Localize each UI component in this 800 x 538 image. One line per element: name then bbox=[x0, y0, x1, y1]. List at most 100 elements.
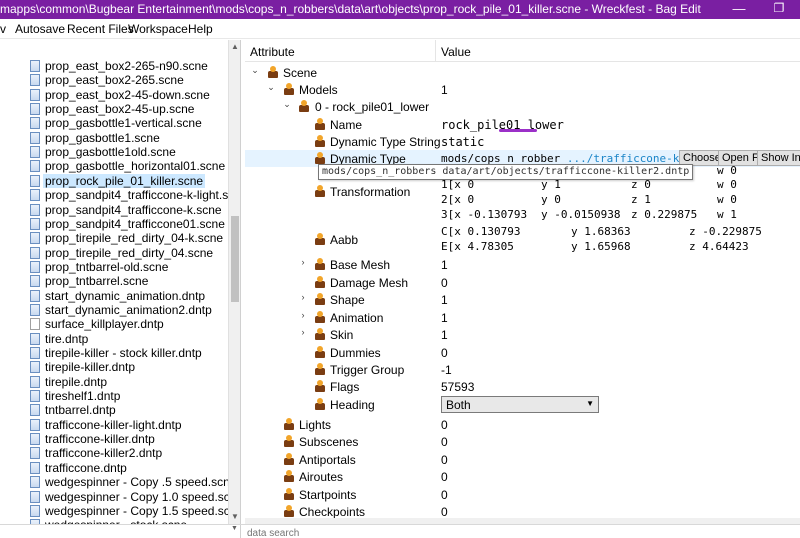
file-list-item[interactable]: prop_sandpit4_trafficcone-k-light.scne bbox=[26, 188, 240, 202]
file-list-item[interactable]: trafficcone-killer2.dntp bbox=[26, 446, 228, 460]
file-list-item[interactable]: tireshelf1.dntp bbox=[26, 389, 228, 403]
file-list-item[interactable]: tirepile-killer - stock killer.dntp bbox=[26, 346, 228, 360]
tree-row-heading[interactable]: Heading Both ▼ bbox=[245, 396, 800, 413]
document-icon bbox=[30, 290, 40, 302]
file-list-item[interactable]: prop_east_box2-265-n90.scne bbox=[26, 59, 228, 73]
file-list-item[interactable]: prop_rock_pile_01_killer.scne bbox=[26, 174, 228, 188]
menu-view[interactable]: v bbox=[0, 22, 6, 36]
document-icon bbox=[30, 376, 40, 388]
dynamic-type-string-value[interactable]: static bbox=[441, 135, 484, 149]
tree-row-dummies[interactable]: Dummies 0 bbox=[245, 344, 800, 361]
menu-workspace[interactable]: Workspace bbox=[128, 22, 188, 36]
attribute-column-header[interactable]: Attribute bbox=[250, 45, 295, 59]
tree-row-lights[interactable]: Lights 0 bbox=[245, 416, 800, 433]
column-divider[interactable] bbox=[435, 40, 436, 62]
restore-icon[interactable]: ❐ bbox=[762, 0, 796, 19]
expand-chevron-icon[interactable]: › bbox=[298, 257, 308, 267]
document-icon bbox=[30, 333, 40, 345]
file-name: prop_tirepile_red_dirty_04.scne bbox=[45, 246, 214, 260]
file-list-item[interactable]: prop_gasbottle1-vertical.scne bbox=[26, 116, 228, 130]
menu-recent-files[interactable]: Recent Files bbox=[67, 22, 134, 36]
tree-row-trigger-group[interactable]: Trigger Group -1 bbox=[245, 361, 800, 378]
file-list-item[interactable]: start_dynamic_animation2.dntp bbox=[26, 303, 228, 317]
file-name: prop_gasbottle1.scne bbox=[45, 131, 160, 145]
bag-node-icon bbox=[314, 135, 326, 147]
file-list-item[interactable]: prop_tirepile_red_dirty_04.scne bbox=[26, 246, 228, 260]
menu-autosave[interactable]: Autosave bbox=[15, 22, 65, 36]
document-icon bbox=[30, 146, 40, 158]
collapse-chevron-icon[interactable]: ⌄ bbox=[266, 82, 276, 93]
tree-row-scene[interactable]: ⌄ Scene bbox=[245, 64, 800, 81]
tree-header: Attribute Value bbox=[245, 40, 800, 62]
file-list-item[interactable]: prop_east_box2-45-up.scne bbox=[26, 102, 228, 116]
tree-row-dynamic-type-string[interactable]: Dynamic Type String static bbox=[245, 133, 800, 150]
file-list-item[interactable]: prop_gasbottle1old.scne bbox=[26, 145, 228, 159]
tree-label: Scene bbox=[283, 66, 318, 80]
tree-row-damage-mesh[interactable]: Damage Mesh 0 bbox=[245, 274, 800, 291]
file-list-footer: ▼ bbox=[0, 525, 241, 538]
expand-chevron-icon[interactable]: › bbox=[298, 310, 308, 320]
file-list-item[interactable]: surface_killplayer.dntp bbox=[26, 317, 228, 331]
tree-value[interactable]: -1 bbox=[441, 363, 452, 377]
file-list-item[interactable]: tirepile.dntp bbox=[26, 375, 228, 389]
tree-label: Airoutes bbox=[299, 470, 344, 484]
tree-row-subscenes[interactable]: Subscenes 0 bbox=[245, 433, 800, 450]
tree-row-airoutes[interactable]: Airoutes 0 bbox=[245, 468, 800, 485]
show-in-explorer-button[interactable]: Show In E bbox=[757, 150, 800, 166]
file-list-item[interactable]: tirepile-killer.dntp bbox=[26, 360, 228, 374]
expand-chevron-icon[interactable]: › bbox=[298, 327, 308, 337]
file-list-item[interactable]: prop_tirepile_red_dirty_04-k.scne bbox=[26, 231, 228, 245]
file-list-scrollbar[interactable]: ▲ ▼ bbox=[228, 40, 240, 524]
file-name: wedgespinner - Copy .5 speed.scne bbox=[45, 475, 237, 489]
menu-help[interactable]: Help bbox=[188, 22, 213, 36]
tree-row-base-mesh[interactable]: › Base Mesh 1 bbox=[245, 256, 800, 273]
file-list-item[interactable]: tire.dntp bbox=[26, 332, 228, 346]
heading-select[interactable]: Both ▼ bbox=[441, 396, 599, 413]
bag-node-icon bbox=[314, 346, 326, 358]
bag-node-icon bbox=[314, 311, 326, 323]
tree-row-skin[interactable]: › Skin 1 bbox=[245, 326, 800, 343]
file-list-item[interactable]: trafficcone.dntp bbox=[26, 461, 228, 475]
chevron-down-icon[interactable]: ▼ bbox=[586, 399, 594, 408]
minimize-icon[interactable]: — bbox=[722, 0, 756, 19]
file-list-item[interactable]: prop_tntbarrel.scne bbox=[26, 274, 228, 288]
file-list-item[interactable]: prop_sandpit4_trafficcone-k.scne bbox=[26, 203, 228, 217]
file-name: tire.dntp bbox=[45, 332, 89, 346]
tree-row-animation[interactable]: › Animation 1 bbox=[245, 309, 800, 326]
file-list-item[interactable]: wedgespinner - Copy 1.0 speed.scne bbox=[26, 490, 240, 504]
scroll-down-icon[interactable]: ▼ bbox=[229, 510, 240, 524]
file-name: trafficcone.dntp bbox=[45, 461, 127, 475]
document-icon bbox=[30, 404, 40, 416]
file-name: prop_sandpit4_trafficcone-k.scne bbox=[45, 203, 222, 217]
value-column-header[interactable]: Value bbox=[441, 45, 471, 59]
scroll-up-icon[interactable]: ▲ bbox=[229, 40, 240, 54]
collapse-chevron-icon[interactable]: ⌄ bbox=[282, 99, 292, 110]
file-list-item[interactable]: wedgespinner - Copy 1.5 speed.scne bbox=[26, 504, 240, 518]
data-search-input[interactable] bbox=[247, 528, 547, 538]
scroll-down-icon[interactable]: ▼ bbox=[231, 525, 238, 532]
file-list-item[interactable]: wedgespinner - Copy .5 speed.scne bbox=[26, 475, 236, 489]
file-list-item[interactable]: prop_east_box2-265.scne bbox=[26, 73, 228, 87]
tree-row-startpoints[interactable]: Startpoints 0 bbox=[245, 486, 800, 503]
file-list-item[interactable]: trafficcone-killer-light.dntp bbox=[26, 418, 228, 432]
file-list-item[interactable]: tntbarrel.dntp bbox=[26, 403, 228, 417]
tree-row-flags[interactable]: Flags 57593 bbox=[245, 378, 800, 395]
file-list-item[interactable]: trafficcone-killer.dntp bbox=[26, 432, 228, 446]
tree-row-models[interactable]: ⌄ Models 1 bbox=[245, 81, 800, 98]
tree-row-shape[interactable]: › Shape 1 bbox=[245, 291, 800, 308]
document-icon bbox=[30, 462, 40, 474]
tree-row-model-0[interactable]: ⌄ 0 - rock_pile01_lower bbox=[245, 98, 800, 115]
expand-chevron-icon[interactable]: › bbox=[298, 292, 308, 302]
file-list-item[interactable]: prop_sandpit4_trafficcone01.scne bbox=[26, 217, 228, 231]
scrollbar-thumb[interactable] bbox=[231, 216, 239, 302]
collapse-chevron-icon[interactable]: ⌄ bbox=[250, 65, 260, 76]
file-list-item[interactable]: prop_east_box2-45-down.scne bbox=[26, 88, 228, 102]
file-list-item[interactable]: prop_gasbottle_horizontal01.scne bbox=[26, 159, 228, 173]
tree-label: Flags bbox=[330, 380, 360, 394]
file-list-item[interactable]: start_dynamic_animation.dntp bbox=[26, 289, 228, 303]
tree-row-antiportals[interactable]: Antiportals 0 bbox=[245, 451, 800, 468]
file-list-item[interactable]: prop_gasbottle1.scne bbox=[26, 131, 228, 145]
file-list-item[interactable]: prop_tntbarrel-old.scne bbox=[26, 260, 228, 274]
tree-value[interactable]: 57593 bbox=[441, 380, 474, 394]
document-icon bbox=[30, 361, 40, 373]
